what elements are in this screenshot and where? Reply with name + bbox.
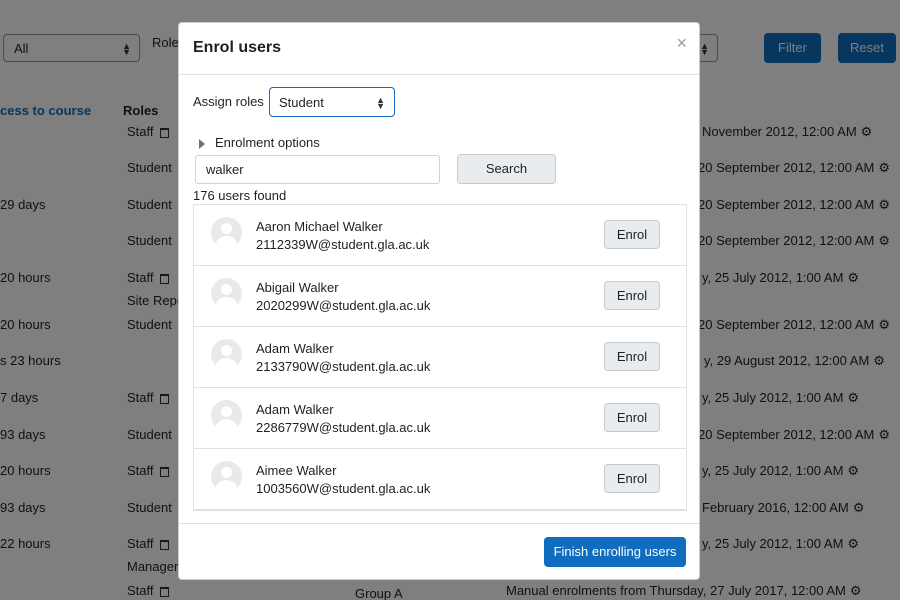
user-name: Aaron Michael Walker bbox=[256, 219, 383, 234]
user-email: 2112339W@student.gla.ac.uk bbox=[256, 237, 430, 252]
user-name: Abigail Walker bbox=[256, 280, 339, 295]
enrol-users-dialog: Enrol users × Assign roles Student ▲ ▼ En… bbox=[178, 22, 700, 580]
modal-title: Enrol users bbox=[193, 39, 282, 56]
user-name: Adam Walker bbox=[256, 402, 334, 417]
close-icon[interactable]: × bbox=[676, 33, 687, 54]
avatar bbox=[211, 461, 242, 492]
expand-triangle-icon bbox=[199, 138, 205, 149]
assign-roles-value: Student bbox=[279, 95, 324, 110]
enrol-button[interactable]: Enrol bbox=[604, 464, 660, 493]
modal-header: Enrol users × bbox=[179, 23, 699, 75]
users-found-count: 176 users found bbox=[193, 188, 287, 203]
enrol-button[interactable]: Enrol bbox=[604, 403, 660, 432]
user-row: Adam Walker 2286779W@student.gla.ac.uk E… bbox=[194, 388, 686, 449]
select-caret-icon: ▲▼ bbox=[376, 95, 385, 111]
avatar bbox=[211, 278, 242, 309]
user-results-list[interactable]: Aaron Michael Walker 2112339W@student.gl… bbox=[193, 204, 687, 511]
user-email: 2286779W@student.gla.ac.uk bbox=[256, 420, 431, 435]
enrol-button[interactable]: Enrol bbox=[604, 281, 660, 310]
user-search-input[interactable] bbox=[195, 155, 440, 184]
avatar bbox=[211, 217, 242, 248]
user-row: Aimee Walker 1003560W@student.gla.ac.uk … bbox=[194, 449, 686, 510]
user-email: 2020299W@student.gla.ac.uk bbox=[256, 298, 431, 313]
user-row: Aaron Michael Walker 2112339W@student.gl… bbox=[194, 205, 686, 266]
modal-footer: Finish enrolling users bbox=[179, 523, 699, 579]
assign-roles-select[interactable]: Student ▲ ▼ bbox=[269, 87, 395, 117]
enrol-button[interactable]: Enrol bbox=[604, 220, 660, 249]
avatar bbox=[211, 400, 242, 431]
enrolment-options-label: Enrolment options bbox=[215, 135, 320, 150]
user-row: Adam Walker 2133790W@student.gla.ac.uk E… bbox=[194, 327, 686, 388]
user-row: Abigail Walker 2020299W@student.gla.ac.u… bbox=[194, 266, 686, 327]
avatar bbox=[211, 339, 242, 370]
assign-roles-label: Assign roles bbox=[193, 94, 264, 109]
enrol-button[interactable]: Enrol bbox=[604, 342, 660, 371]
finish-enrolling-button[interactable]: Finish enrolling users bbox=[544, 537, 686, 567]
user-name: Aimee Walker bbox=[256, 463, 337, 478]
user-email: 1003560W@student.gla.ac.uk bbox=[256, 481, 431, 496]
enrolment-options-toggle[interactable]: Enrolment options bbox=[199, 135, 320, 150]
user-name: Adam Walker bbox=[256, 341, 334, 356]
user-email: 2133790W@student.gla.ac.uk bbox=[256, 359, 431, 374]
search-button[interactable]: Search bbox=[457, 154, 556, 184]
